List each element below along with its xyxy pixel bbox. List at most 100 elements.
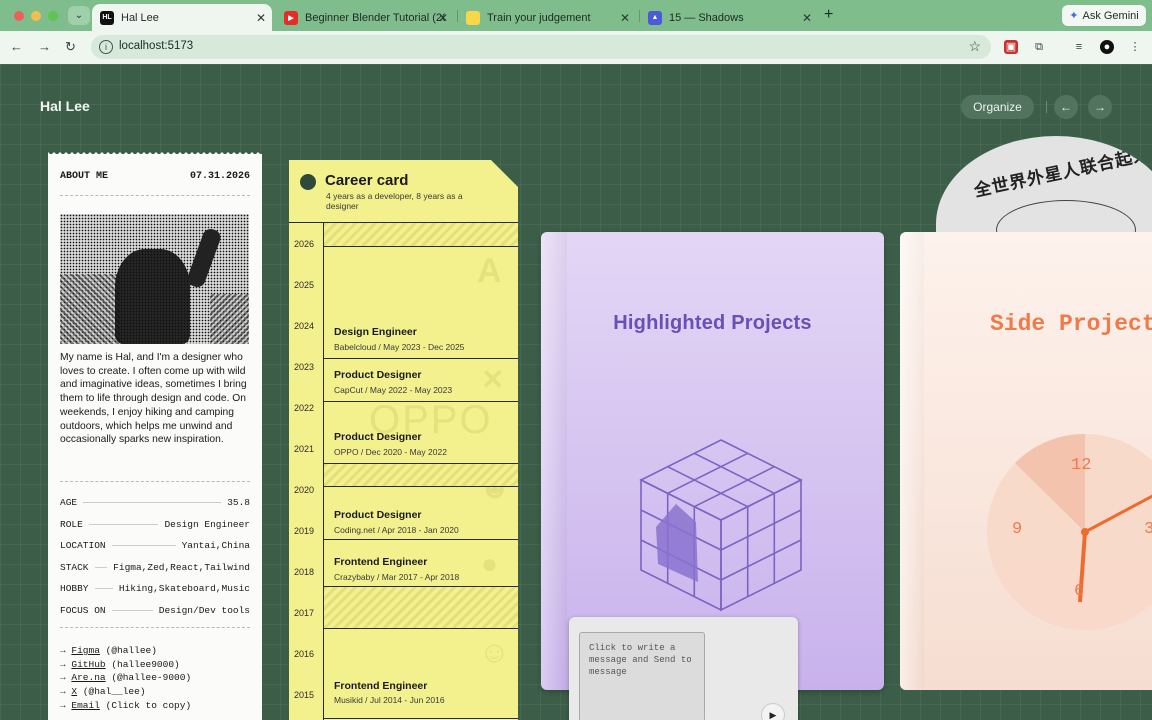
clock-illustration xyxy=(987,433,1152,630)
year-label: 2018 xyxy=(294,567,315,577)
organize-button[interactable]: Organize xyxy=(961,95,1034,119)
year-label: 2016 xyxy=(294,649,315,659)
profile-avatar-icon[interactable]: ● xyxy=(1100,40,1114,54)
career-gap-2017 xyxy=(324,587,518,629)
year-label: 2019 xyxy=(294,526,315,536)
threejs-icon: ▲ xyxy=(648,10,662,25)
arrow-icon: → xyxy=(60,645,66,656)
close-window-button[interactable] xyxy=(14,11,24,21)
facts-list: AGE 35.8 ROLE Design Engineer LOCATION Yant… xyxy=(60,492,250,621)
year-label: 2025 xyxy=(294,280,315,290)
previous-arrow-icon[interactable]: ← xyxy=(1054,95,1078,119)
side-projects-book[interactable]: Side Project 12 9 3 6 xyxy=(900,232,1152,690)
fact-row: FOCUS ON Design/Dev tools xyxy=(60,604,250,616)
figma-link[interactable]: Figma xyxy=(71,645,100,656)
play-icon[interactable]: ▶ xyxy=(761,703,785,720)
note-icon xyxy=(466,10,480,25)
tab-title: 15 — Shadows xyxy=(669,11,744,24)
arrow-icon: → xyxy=(60,672,66,684)
about-date: 07.31.2026 xyxy=(189,171,250,182)
url-text[interactable]: localhost:5173 xyxy=(119,40,193,52)
highlighted-projects-title: Highlighted Projects xyxy=(613,312,812,334)
browser-toolbar: ← → ↻ i localhost:5173 ☆ ▣ ⧉ ≡ ● ⋮ xyxy=(0,31,1152,64)
extension-red-icon[interactable]: ▣ xyxy=(1004,40,1018,54)
arrow-icon: → xyxy=(60,686,66,698)
tab-search-button[interactable]: ⌄ xyxy=(68,6,90,25)
year-label: 2020 xyxy=(294,485,315,495)
fact-row: STACK Figma,Zed,React,Tailwind xyxy=(60,561,250,573)
youtube-icon: ▶ xyxy=(284,10,298,25)
about-header: ABOUT ME 07.31.2026 xyxy=(60,171,250,182)
year-label: 2021 xyxy=(294,444,315,454)
bookmark-star-icon[interactable]: ☆ xyxy=(968,38,981,55)
career-entry[interactable]: Frontend Engineer Crazybaby / Mar 2017 -… xyxy=(324,540,518,587)
x-link[interactable]: X xyxy=(71,686,77,697)
tab-title: Beginner Blender Tutorial (20 xyxy=(305,11,445,24)
fact-row: HOBBY Hiking,Skateboard,Music xyxy=(60,583,250,595)
email-link[interactable]: Email xyxy=(71,700,100,711)
badge-text: 全世界外星人联合起来 xyxy=(972,144,1152,201)
arena-link[interactable]: Are.na xyxy=(71,672,105,683)
career-entry[interactable]: Product Designer CapCut / May 2022 - May… xyxy=(324,359,518,402)
year-label: 2023 xyxy=(294,362,315,372)
new-tab-button[interactable]: + xyxy=(824,6,833,24)
close-tab-icon[interactable]: ✕ xyxy=(438,11,448,25)
career-dot-icon xyxy=(300,174,316,190)
tab-shadows[interactable]: ▲ 15 — Shadows ✕ xyxy=(640,4,818,31)
career-entry[interactable]: Product Designer OPPO / Dec 2020 - May 2… xyxy=(324,402,518,464)
career-entry[interactable]: Frontend Engineer Musikid / Jul 2014 - J… xyxy=(324,629,518,719)
media-controls-icon[interactable]: ≡ xyxy=(1072,40,1086,54)
maximize-window-button[interactable] xyxy=(48,11,58,21)
about-bio: My name is Hal, and I'm a designer who l… xyxy=(60,352,247,446)
career-entry[interactable]: Design Engineer Babelcloud / May 2023 - … xyxy=(324,247,518,359)
social-links: → Figma (@hallee) → GitHub (hallee9000) … xyxy=(60,645,192,711)
career-gap-2020 xyxy=(324,464,518,486)
fact-row: ROLE Design Engineer xyxy=(60,518,250,530)
site-brand[interactable]: Hal Lee xyxy=(40,98,90,114)
career-entry[interactable]: Product Designer Coding.net / Apr 2018 -… xyxy=(324,486,518,540)
reload-icon[interactable]: ↻ xyxy=(65,39,76,55)
minimize-window-button[interactable] xyxy=(31,11,41,21)
favicon-icon: HL xyxy=(100,10,114,25)
browser-menu-icon[interactable]: ⋮ xyxy=(1128,40,1142,54)
close-tab-icon[interactable]: ✕ xyxy=(256,11,266,25)
clock-number: 9 xyxy=(1012,520,1023,539)
message-card[interactable]: Click to write a message and Send to mes… xyxy=(569,617,798,720)
year-label: 2022 xyxy=(294,403,315,413)
career-card[interactable]: Career card 4 years as a developer, 8 ye… xyxy=(289,160,518,720)
next-arrow-icon[interactable]: → xyxy=(1088,95,1112,119)
alien-badge-sticker[interactable]: 全世界外星人联合起来 xyxy=(936,136,1152,246)
browser-tab-bar: ⌄ HL Hal Lee ✕ ▶ Beginner Blender Tutori… xyxy=(0,0,1152,31)
page-canvas: Hal Lee Organize ← → 全世界外星人联合起来 ABOUT ME… xyxy=(0,64,1152,720)
gemini-label: Ask Gemini xyxy=(1082,9,1139,22)
close-tab-icon[interactable]: ✕ xyxy=(802,11,812,25)
tab-hal-lee[interactable]: HL Hal Lee ✕ xyxy=(92,4,272,31)
fact-row: AGE 35.8 xyxy=(60,497,250,509)
portrait-photo xyxy=(60,214,249,344)
clock-number: 3 xyxy=(1144,520,1152,539)
tab-train-judgement[interactable]: Train your judgement ✕ xyxy=(458,4,636,31)
tab-title: Hal Lee xyxy=(121,11,159,24)
about-title: ABOUT ME xyxy=(60,171,109,182)
message-input[interactable]: Click to write a message and Send to mes… xyxy=(579,632,705,720)
extensions-puzzle-icon[interactable]: ⧉ xyxy=(1032,40,1046,54)
about-me-card[interactable]: ABOUT ME 07.31.2026 My name is Hal, and … xyxy=(48,151,262,720)
year-label: 2015 xyxy=(294,690,315,700)
year-label: 2024 xyxy=(294,321,315,331)
site-info-icon[interactable]: i xyxy=(99,40,113,54)
address-bar[interactable]: i localhost:5173 ☆ xyxy=(91,35,991,59)
github-link[interactable]: GitHub xyxy=(71,659,105,670)
arrow-icon: → xyxy=(60,658,66,670)
side-projects-title: Side Project xyxy=(990,311,1152,337)
year-label: 2026 xyxy=(294,239,315,249)
fact-row: LOCATION Yantai,China xyxy=(60,540,250,552)
close-tab-icon[interactable]: ✕ xyxy=(620,11,630,25)
career-title: Career card xyxy=(325,172,409,189)
clock-number: 12 xyxy=(1071,456,1092,475)
forward-icon[interactable]: → xyxy=(38,39,51,54)
tab-blender-tutorial[interactable]: ▶ Beginner Blender Tutorial (20 ✕ xyxy=(276,4,454,31)
back-icon[interactable]: ← xyxy=(10,39,23,54)
arrow-icon: → xyxy=(60,699,66,711)
ask-gemini-button[interactable]: ✦ Ask Gemini xyxy=(1062,5,1146,26)
career-subtitle: 4 years as a developer, 8 years as a des… xyxy=(326,191,463,211)
